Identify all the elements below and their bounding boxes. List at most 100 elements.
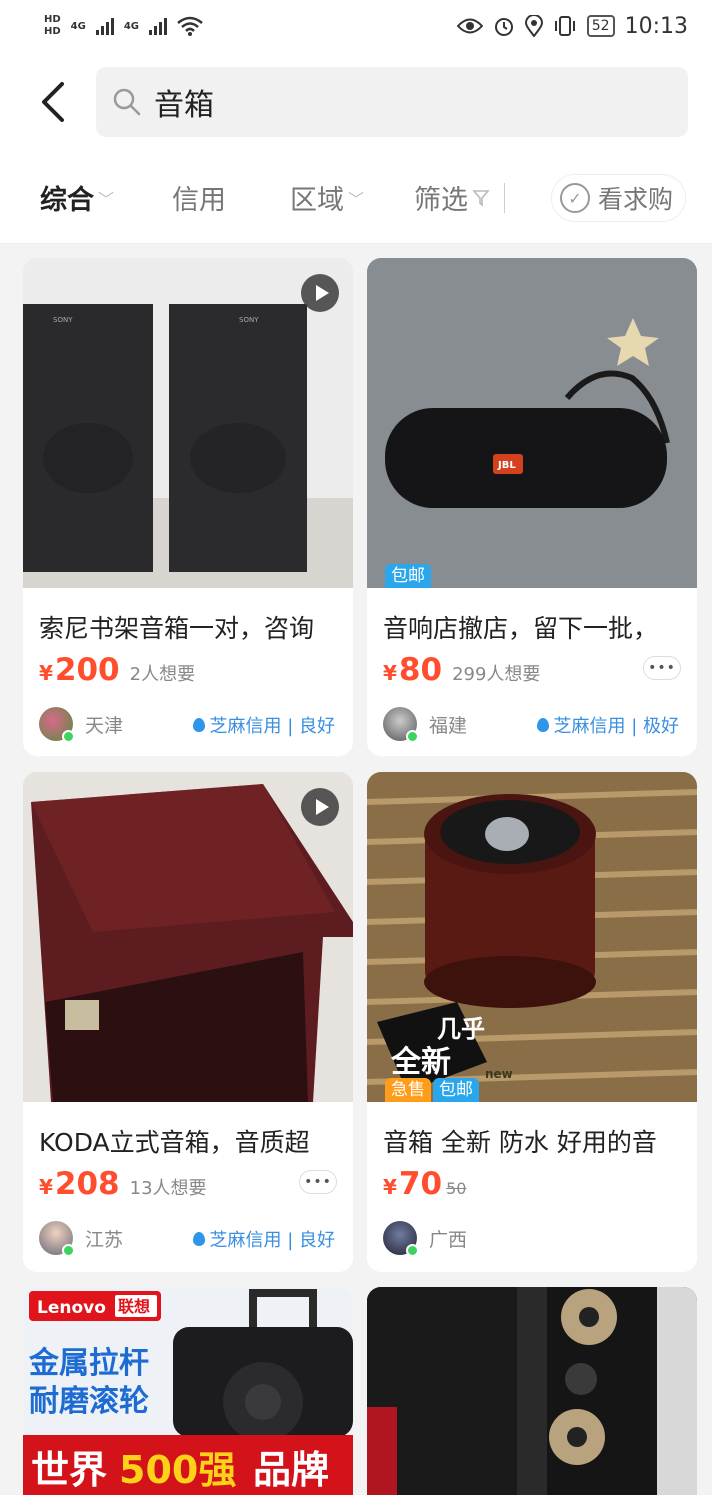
online-dot: [62, 730, 75, 743]
listing-title: 音响店撤店，留下一批，: [383, 614, 659, 643]
credit-badge: 芝麻信用 | 极好: [537, 712, 679, 738]
ad-banner-highlight: 500强: [119, 1448, 236, 1492]
listing-photo: Lenovo 联想 金属拉杆 耐磨滚轮 世界 500强 品牌: [23, 1287, 353, 1495]
more-options-button[interactable]: •••: [643, 656, 681, 680]
filter-divider: [504, 182, 506, 213]
sesame-drop-icon: [537, 718, 550, 732]
listing-price: ¥70: [383, 1166, 442, 1202]
listing-title: KODA立式音箱，音质超: [39, 1128, 310, 1157]
status-bar: HD HD 4G 4G 52 10:13: [0, 0, 712, 52]
battery-indicator: 52: [586, 15, 615, 37]
avatar[interactable]: [383, 1221, 419, 1257]
jbl-logo: JBL: [497, 460, 516, 471]
listing-title: 音箱 全新 防水 好用的音: [383, 1128, 657, 1157]
price-value: 200: [54, 652, 120, 688]
currency-symbol: ¥: [39, 661, 53, 685]
filter-region[interactable]: 区域 ﹀: [290, 178, 364, 217]
online-dot: [62, 1244, 75, 1257]
search-box[interactable]: [96, 67, 688, 137]
network1-label: 4G: [70, 20, 86, 32]
listing-card[interactable]: 全新 几乎 new 急售 包邮 音箱 全新 防水 好用的音 ¥70 50 广西: [367, 772, 697, 1272]
eye-icon: [456, 18, 483, 34]
portable-speaker-image: JBL: [367, 258, 697, 588]
seller-location: 江苏: [85, 1228, 124, 1251]
more-options-button[interactable]: •••: [299, 1170, 337, 1194]
seller-line: 广西: [367, 1204, 697, 1260]
price-value: 80: [398, 652, 443, 688]
listing-card[interactable]: JBL 包邮 音响店撤店，留下一批， ¥80 299人想要 ••• 福建 芝麻信…: [367, 258, 697, 756]
urgent-sale-tag: 急售: [385, 1078, 431, 1102]
search-input[interactable]: [154, 84, 654, 120]
network2-label: 4G: [123, 20, 140, 32]
tag-group: 急售 包邮: [385, 1078, 479, 1102]
price-line: ¥80 299人想要 •••: [367, 646, 697, 690]
ad-slogan-2: 耐磨滚轮: [29, 1384, 149, 1419]
sesame-drop-icon: [193, 1232, 206, 1246]
speaker-pair-image: SONY SONY: [23, 258, 353, 588]
sticker-text: new: [485, 1067, 513, 1081]
video-play-icon[interactable]: [301, 788, 339, 826]
price-value: 70: [398, 1166, 443, 1202]
listing-card[interactable]: [367, 1287, 697, 1495]
credit-label: 芝麻信用 | 极好: [553, 716, 679, 737]
seller-line: 江苏 芝麻信用 | 良好: [23, 1204, 353, 1260]
listing-card[interactable]: KODA立式音箱，音质超 ¥208 13人想要 ••• 江苏 芝麻信用 | 良好: [23, 772, 353, 1272]
seller-location: 天津: [85, 714, 124, 737]
filter-region-label: 区域: [290, 185, 345, 216]
listing-card[interactable]: Lenovo 联想 金属拉杆 耐磨滚轮 世界 500强 品牌: [23, 1287, 353, 1495]
price-line: ¥200 2人想要: [23, 646, 353, 690]
listing-card[interactable]: SONY SONY 索尼书架音箱一对，咨询 ¥200 2人想要 天津 芝麻信用 …: [23, 258, 353, 756]
listing-title: 索尼书架音箱一对，咨询: [39, 614, 315, 643]
want-to-buy-button[interactable]: ✓ 看求购: [550, 174, 686, 222]
avatar[interactable]: [39, 1221, 75, 1257]
filter-credit[interactable]: 信用: [172, 178, 226, 217]
online-dot: [406, 730, 419, 743]
tower-speaker-image: [367, 1287, 697, 1495]
filter-screen[interactable]: 筛选: [414, 178, 490, 217]
listing-photo: JBL 包邮: [367, 258, 697, 588]
avatar[interactable]: [39, 707, 75, 743]
filter-bar: 综合 ﹀ 信用 区域 ﹀ 筛选 ✓ 看求购: [0, 152, 712, 244]
chevron-down-icon: ﹀: [348, 189, 365, 209]
price-line: ¥70 50: [367, 1160, 697, 1204]
online-dot: [406, 1244, 419, 1257]
chevron-down-icon: ﹀: [98, 189, 115, 209]
location-icon: [524, 15, 543, 37]
signal1-icon: [95, 17, 114, 35]
price-line: ¥208 13人想要 •••: [23, 1160, 353, 1204]
listing-price: ¥200: [39, 652, 120, 688]
hd2-label: HD: [44, 26, 61, 37]
ad-banner-text: 品牌: [253, 1448, 329, 1492]
credit-label: 芝麻信用 | 良好: [209, 1230, 335, 1251]
listing-photo: [23, 772, 353, 1102]
filter-comprehensive[interactable]: 综合 ﹀: [40, 178, 114, 217]
currency-symbol: ¥: [383, 661, 397, 685]
hd-indicator: HD HD: [44, 14, 61, 38]
status-right: 52 10:13: [456, 13, 688, 39]
free-shipping-tag: 包邮: [433, 1078, 479, 1102]
chevron-left-icon: [42, 82, 64, 122]
credit-badge: 芝麻信用 | 良好: [193, 712, 335, 738]
want-count: 2人想要: [129, 664, 196, 685]
video-play-icon[interactable]: [301, 274, 339, 312]
credit-badge: 芝麻信用 | 良好: [193, 1226, 335, 1252]
avatar[interactable]: [383, 707, 419, 743]
tag-group: 包邮: [385, 564, 431, 588]
cylinder-speaker-image: 全新 几乎 new: [367, 772, 697, 1102]
want-count: 13人想要: [129, 1178, 207, 1199]
clock: 10:13: [624, 13, 688, 39]
hd1-label: HD: [44, 14, 61, 25]
search-icon: [113, 88, 141, 116]
sony-logo: SONY: [53, 316, 73, 324]
back-button[interactable]: [36, 80, 76, 124]
sesame-drop-icon: [193, 718, 206, 732]
sticker-text: 几乎: [437, 1015, 485, 1043]
vibrate-icon: [554, 16, 575, 36]
listing-photo: SONY SONY: [23, 258, 353, 588]
want-count: 299人想要: [452, 664, 541, 685]
sticker-text: 全新: [390, 1045, 451, 1080]
lenovo-cn-logo: 联想: [118, 1297, 150, 1316]
alarm-icon: [494, 18, 513, 36]
lenovo-logo: Lenovo: [37, 1298, 106, 1318]
filter-comprehensive-label: 综合: [40, 185, 94, 216]
